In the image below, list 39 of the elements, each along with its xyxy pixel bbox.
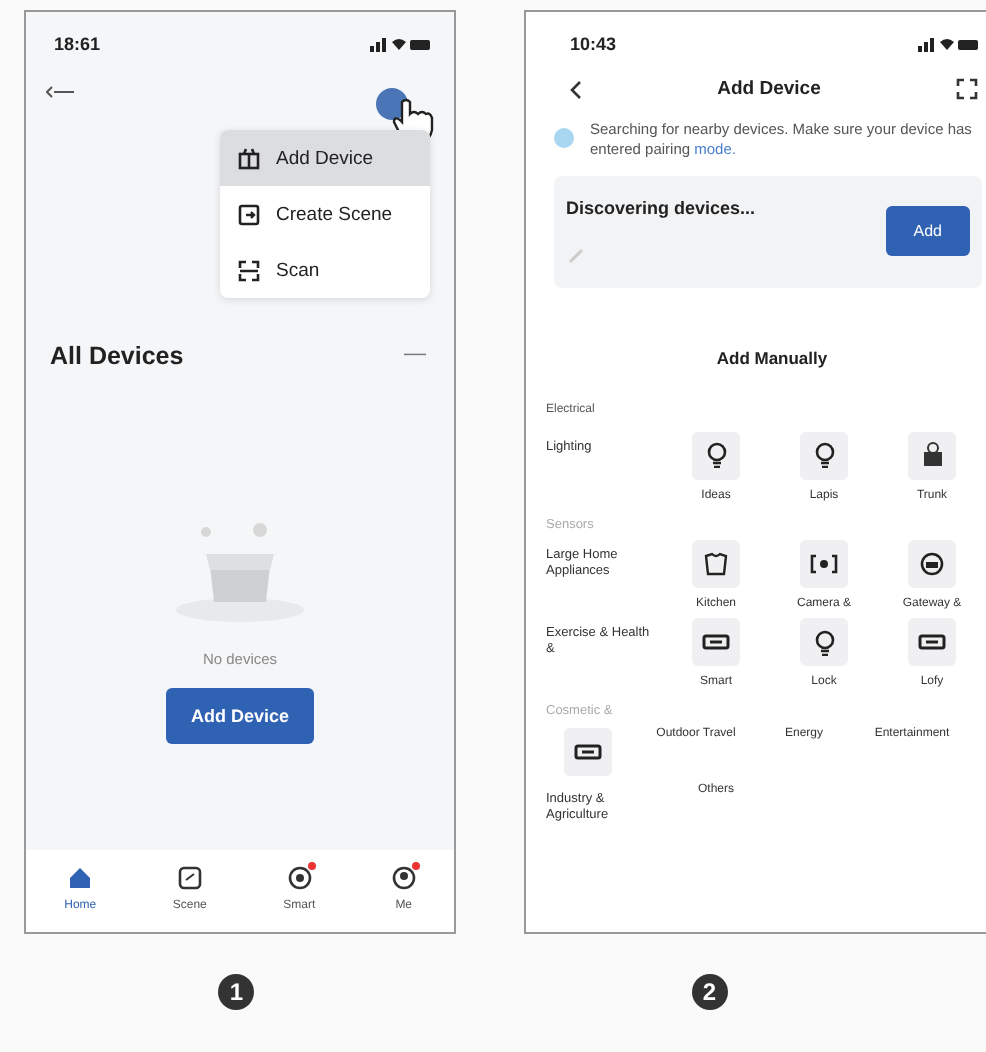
step-number: 2 (691, 974, 728, 1010)
status-time: 10:43 (570, 34, 617, 54)
section-title: All Devices (50, 342, 184, 370)
empty-box-drawing (170, 522, 310, 622)
device-icon (574, 744, 602, 761)
socket-icon (921, 442, 943, 468)
router-icon (920, 552, 944, 577)
collapse-button[interactable]: — (404, 342, 426, 370)
target-icon (287, 866, 312, 890)
add-device-button[interactable]: Add Device (166, 688, 314, 744)
shirt-icon (704, 552, 728, 577)
scan-icon (238, 259, 260, 281)
back-icon[interactable] (570, 79, 582, 99)
device-icon (702, 634, 730, 651)
status-icons (918, 36, 978, 52)
home-icon (68, 866, 93, 890)
status-icons (370, 36, 430, 52)
menu-item[interactable]: Scan (220, 242, 430, 298)
screen-title: Add Device (717, 78, 821, 100)
scene-icon (177, 866, 202, 890)
status-time: 18:61 (54, 34, 101, 54)
step-number: 1 (218, 974, 255, 1010)
add-button[interactable]: Add (885, 206, 970, 256)
back-icon[interactable] (46, 86, 74, 98)
menu-item[interactable]: Add Device (220, 130, 430, 186)
menu-item[interactable]: Create Scene (220, 186, 430, 242)
bulb-icon (705, 442, 727, 468)
bulb-icon (813, 442, 835, 468)
section-title: Add Manually (716, 347, 828, 367)
searching-indicator (554, 128, 574, 148)
device-icon (918, 634, 946, 651)
bulb-icon (813, 629, 835, 656)
camera-icon (810, 554, 838, 575)
discover-title: Discovering devices... (566, 197, 756, 217)
scene-icon (238, 203, 260, 225)
spinner-icon (566, 245, 586, 265)
device-icon (238, 147, 260, 169)
scan-icon[interactable] (956, 78, 978, 100)
user-icon (391, 866, 416, 890)
